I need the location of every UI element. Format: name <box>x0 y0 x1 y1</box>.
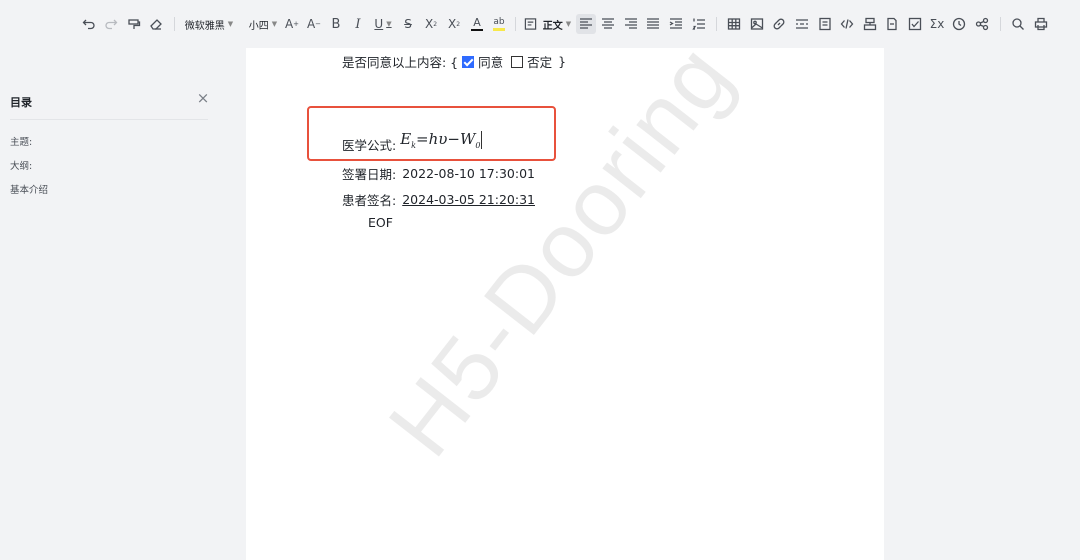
codeblock-icon[interactable] <box>818 14 832 34</box>
formula-rhs: =hυ−W <box>416 130 476 148</box>
outline-item[interactable]: 主题: <box>10 134 32 148</box>
font-color-icon[interactable]: A <box>470 14 484 34</box>
consent-line: 是否同意以上内容: { 同意 否定 } <box>342 52 566 71</box>
formula-lhs: E <box>400 130 412 148</box>
paragraph-style-select[interactable]: 正文 ▼ <box>540 14 574 34</box>
bold-icon[interactable]: B <box>330 14 342 34</box>
increase-font-icon[interactable]: A + <box>285 14 299 34</box>
align-right-icon[interactable] <box>624 14 638 34</box>
patient-sign-value[interactable]: 2024-03-05 21:20:31 <box>402 192 535 207</box>
disagree-label: 否定 <box>527 55 553 70</box>
search-icon[interactable] <box>1011 14 1025 34</box>
formula-line: 医学公式: Ek=hυ−W0 <box>342 130 483 154</box>
subscript-icon[interactable]: X2 <box>447 14 461 34</box>
sign-date-value[interactable]: 2022-08-10 17:30:01 <box>402 166 535 181</box>
font-size-select[interactable]: 小四 ▼ <box>248 14 278 34</box>
paragraph-style-icon[interactable] <box>524 14 537 34</box>
separator-icon[interactable] <box>795 14 809 34</box>
toolbar-divider <box>174 17 175 31</box>
editor-toolbar: 微软雅黑 ▼ 小四 ▼ A + A − B I U ▼ S X2 X2 A ab 正文 ▼ <box>0 0 1080 48</box>
consent-label: 是否同意以上内容: { <box>342 55 459 70</box>
outline-item[interactable]: 基本介绍 <box>10 182 48 196</box>
align-center-icon[interactable] <box>601 14 615 34</box>
table-icon[interactable] <box>727 14 741 34</box>
latex-icon[interactable]: Σx <box>930 14 945 34</box>
indent-icon[interactable] <box>669 14 683 34</box>
outline-item[interactable]: 大纲: <box>10 158 32 172</box>
outline-panel: 目录 × 主题: 大纲: 基本介绍 <box>0 48 218 560</box>
toolbar-divider <box>515 17 516 31</box>
align-left-icon[interactable] <box>576 14 596 34</box>
decrease-font-icon[interactable]: A − <box>307 14 321 34</box>
formula-label: 医学公式: <box>342 137 397 153</box>
print-icon[interactable] <box>1034 14 1048 34</box>
italic-icon[interactable]: I <box>352 14 364 34</box>
patient-sign-line: 患者签名: 2024-03-05 21:20:31 <box>342 190 535 209</box>
redo-icon[interactable] <box>104 14 118 34</box>
sign-date-line: 签署日期: 2022-08-10 17:30:01 <box>342 164 535 183</box>
toolbar-divider <box>716 17 717 31</box>
outline-divider <box>10 119 208 120</box>
patient-sign-label: 患者签名: <box>342 193 397 208</box>
block-icon[interactable] <box>975 14 989 34</box>
align-justify-icon[interactable] <box>646 14 660 34</box>
superscript-icon[interactable]: X2 <box>424 14 438 34</box>
chevron-down-icon: ▼ <box>386 20 392 28</box>
outline-title: 目录 <box>10 96 32 109</box>
ordered-list-icon[interactable] <box>692 14 706 34</box>
chevron-down-icon: ▼ <box>565 20 572 28</box>
control-icon[interactable] <box>863 14 877 34</box>
paragraph-style-value: 正文 <box>542 20 563 32</box>
disagree-checkbox[interactable] <box>511 55 524 68</box>
underline-icon[interactable]: U ▼ <box>372 14 394 34</box>
agree-label: 同意 <box>478 55 504 70</box>
latex-formula[interactable]: Ek=hυ−W0 <box>400 130 483 150</box>
document-page[interactable]: H5-Dooring 是否同意以上内容: { 同意 否定 } 医学公式: Ek=… <box>246 48 884 560</box>
toolbar-divider <box>1000 17 1001 31</box>
chevron-down-icon: ▼ <box>227 20 234 28</box>
date-icon[interactable] <box>952 14 966 34</box>
format-painter-icon[interactable] <box>127 14 141 34</box>
link-icon[interactable] <box>772 14 786 34</box>
font-size-value: 小四 <box>248 20 269 32</box>
code-icon[interactable] <box>840 14 854 34</box>
formula-rhs-sub: 0 <box>475 141 481 150</box>
eraser-icon[interactable] <box>149 14 163 34</box>
chevron-down-icon: ▼ <box>271 20 278 28</box>
checkbox-icon[interactable] <box>908 14 922 34</box>
highlight-color-icon[interactable]: ab <box>492 14 506 34</box>
eof-marker: EOF <box>368 215 393 230</box>
font-family-select[interactable]: 微软雅黑 ▼ <box>183 14 235 34</box>
font-family-value: 微软雅黑 <box>184 20 225 32</box>
sign-date-label: 签署日期: <box>342 167 397 182</box>
consent-close-brace: } <box>558 54 567 69</box>
agree-checkbox[interactable] <box>462 55 475 68</box>
strikethrough-icon[interactable]: S <box>402 14 414 34</box>
text-cursor <box>481 131 483 149</box>
image-icon[interactable] <box>750 14 764 34</box>
page-break-icon[interactable] <box>885 14 899 34</box>
undo-icon[interactable] <box>82 14 96 34</box>
close-icon[interactable]: × <box>196 91 210 106</box>
